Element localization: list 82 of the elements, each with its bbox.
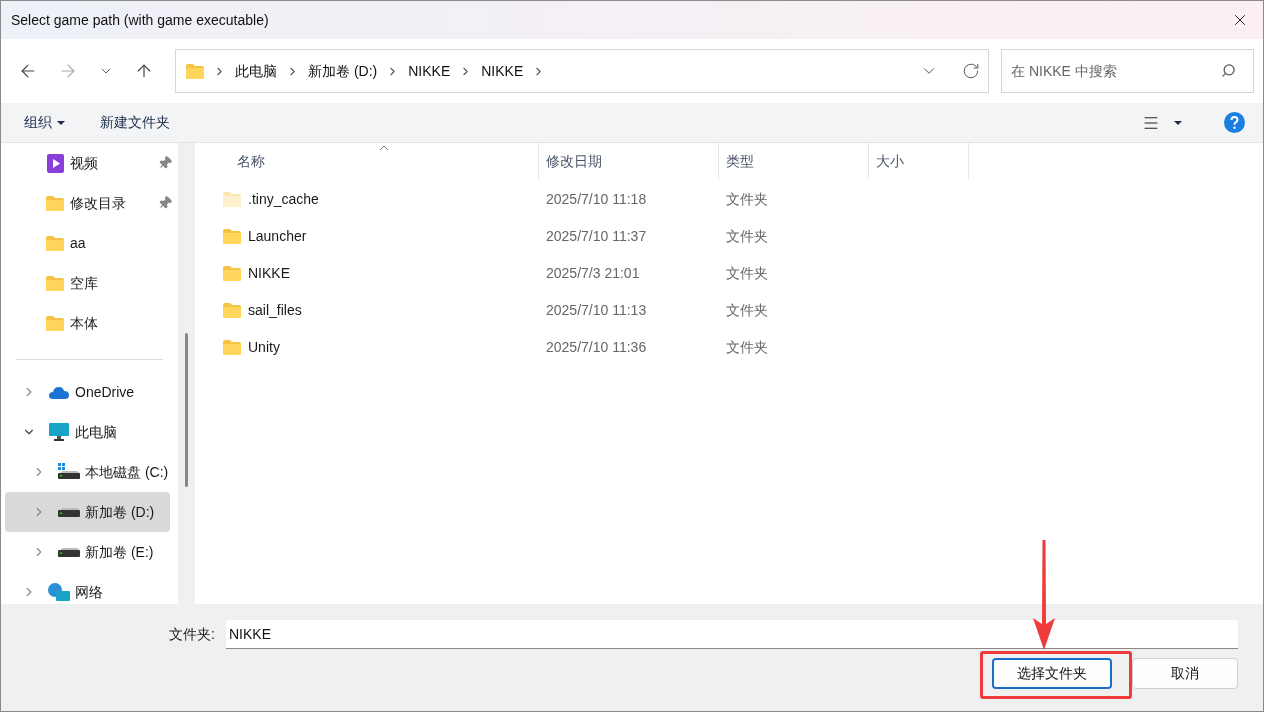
tree-item[interactable]: OneDrive: [5, 372, 170, 412]
file-name: .tiny_cache: [248, 190, 319, 209]
tree-item-label: 此电脑: [75, 422, 117, 442]
folder-icon: [46, 315, 64, 331]
column-header[interactable]: 名称: [195, 143, 539, 179]
tree-item-label: 新加卷 (D:): [85, 502, 155, 522]
folder-icon: [223, 340, 241, 355]
quick-access-item[interactable]: aa: [1, 223, 178, 263]
folder-icon: [223, 303, 241, 318]
file-type: 文件夹: [725, 190, 769, 209]
folder-icon: [223, 229, 241, 244]
tree-item[interactable]: 新加卷 (D:): [5, 492, 170, 532]
drive-icon: [58, 547, 80, 557]
breadcrumb[interactable]: NIKKE: [408, 60, 451, 82]
file-type: 文件夹: [725, 264, 769, 283]
file-type: 文件夹: [725, 227, 769, 246]
help-icon[interactable]: [1224, 112, 1245, 133]
folder-icon: [186, 63, 204, 79]
tree-item-label: 网络: [75, 582, 103, 602]
monitor-icon: [49, 423, 69, 441]
file-name: NIKKE: [248, 264, 290, 283]
tree-item[interactable]: 网络: [5, 572, 170, 604]
organize-menu[interactable]: 组织: [24, 112, 65, 133]
modified-date: 2025/7/10 11:18: [545, 190, 648, 209]
folder-icon: [46, 195, 64, 211]
quick-access-item[interactable]: 视频: [1, 143, 178, 183]
file-row[interactable]: .tiny_cache 2025/7/10 11:18 文件夹: [195, 181, 1263, 218]
window-title: Select game path (with game executable): [11, 10, 269, 30]
address-bar[interactable]: 此电脑 新加卷 (D:) NIKKE NIKKE: [175, 49, 989, 93]
search-field[interactable]: 在 NIKKE 中搜索: [1001, 49, 1254, 93]
dialog-button[interactable]: 取消: [1132, 658, 1238, 689]
breadcrumb[interactable]: NIKKE: [481, 60, 524, 82]
quick-access-item[interactable]: 修改目录: [1, 183, 178, 223]
breadcrumb[interactable]: 新加卷 (D:): [308, 60, 378, 82]
search-icon: [1221, 63, 1236, 78]
file-row[interactable]: sail_files 2025/7/10 11:13 文件夹: [195, 292, 1263, 329]
modified-date: 2025/7/10 11:36: [545, 338, 648, 357]
file-name: Unity: [248, 338, 280, 357]
caret-down-icon[interactable]: [1174, 120, 1182, 125]
quick-access-label: 修改目录: [70, 193, 127, 213]
column-header[interactable]: 大小: [869, 143, 969, 179]
modified-date: 2025/7/10 11:37: [545, 227, 648, 246]
column-header[interactable]: 类型: [719, 143, 869, 179]
tree-item-label: OneDrive: [75, 382, 135, 402]
tree-item-label: 新加卷 (E:): [85, 542, 154, 562]
tree-item-label: 本地磁盘 (C:): [85, 462, 169, 482]
file-row[interactable]: Launcher 2025/7/10 11:37 文件夹: [195, 218, 1263, 255]
new-folder-button[interactable]: 新建文件夹: [100, 112, 170, 133]
column-header[interactable]: 修改日期: [539, 143, 719, 179]
caret-down-icon: [57, 120, 65, 125]
folder-icon: [46, 275, 64, 291]
quick-access-label: aa: [70, 233, 87, 253]
folder-icon: [223, 266, 241, 281]
file-name: sail_files: [248, 301, 302, 320]
file-name: Launcher: [248, 227, 307, 246]
modified-date: 2025/7/10 11:13: [545, 301, 648, 320]
folder-name-field[interactable]: NIKKE: [226, 620, 1238, 649]
tree-item[interactable]: 本地磁盘 (C:): [5, 452, 170, 492]
drive-icon: [58, 507, 80, 517]
quick-access-item[interactable]: 空库: [1, 263, 178, 303]
video-icon: [46, 153, 64, 173]
quick-access-item[interactable]: 本体: [1, 303, 178, 343]
drive-icon: [58, 463, 80, 481]
modified-date: 2025/7/3 21:01: [545, 264, 641, 283]
cloud-icon: [49, 385, 69, 399]
folder-label: 文件夹:: [169, 625, 216, 644]
refresh-icon[interactable]: [962, 62, 980, 80]
file-row[interactable]: Unity 2025/7/10 11:36 文件夹: [195, 329, 1263, 366]
tree-item[interactable]: 此电脑: [5, 412, 170, 452]
file-type: 文件夹: [725, 338, 769, 357]
dialog-button[interactable]: 选择文件夹: [992, 658, 1112, 689]
folder-icon: [223, 192, 241, 207]
scrollbar-thumb[interactable]: [185, 333, 188, 487]
quick-access-label: 本体: [70, 313, 99, 333]
file-row[interactable]: NIKKE 2025/7/3 21:01 文件夹: [195, 255, 1263, 292]
breadcrumb[interactable]: 此电脑: [235, 60, 277, 82]
tree-item[interactable]: 新加卷 (E:): [5, 532, 170, 572]
network-icon: [48, 583, 70, 601]
quick-access-label: 空库: [70, 273, 99, 293]
folder-icon: [46, 235, 64, 251]
quick-access-label: 视频: [70, 153, 99, 173]
file-type: 文件夹: [725, 301, 769, 320]
